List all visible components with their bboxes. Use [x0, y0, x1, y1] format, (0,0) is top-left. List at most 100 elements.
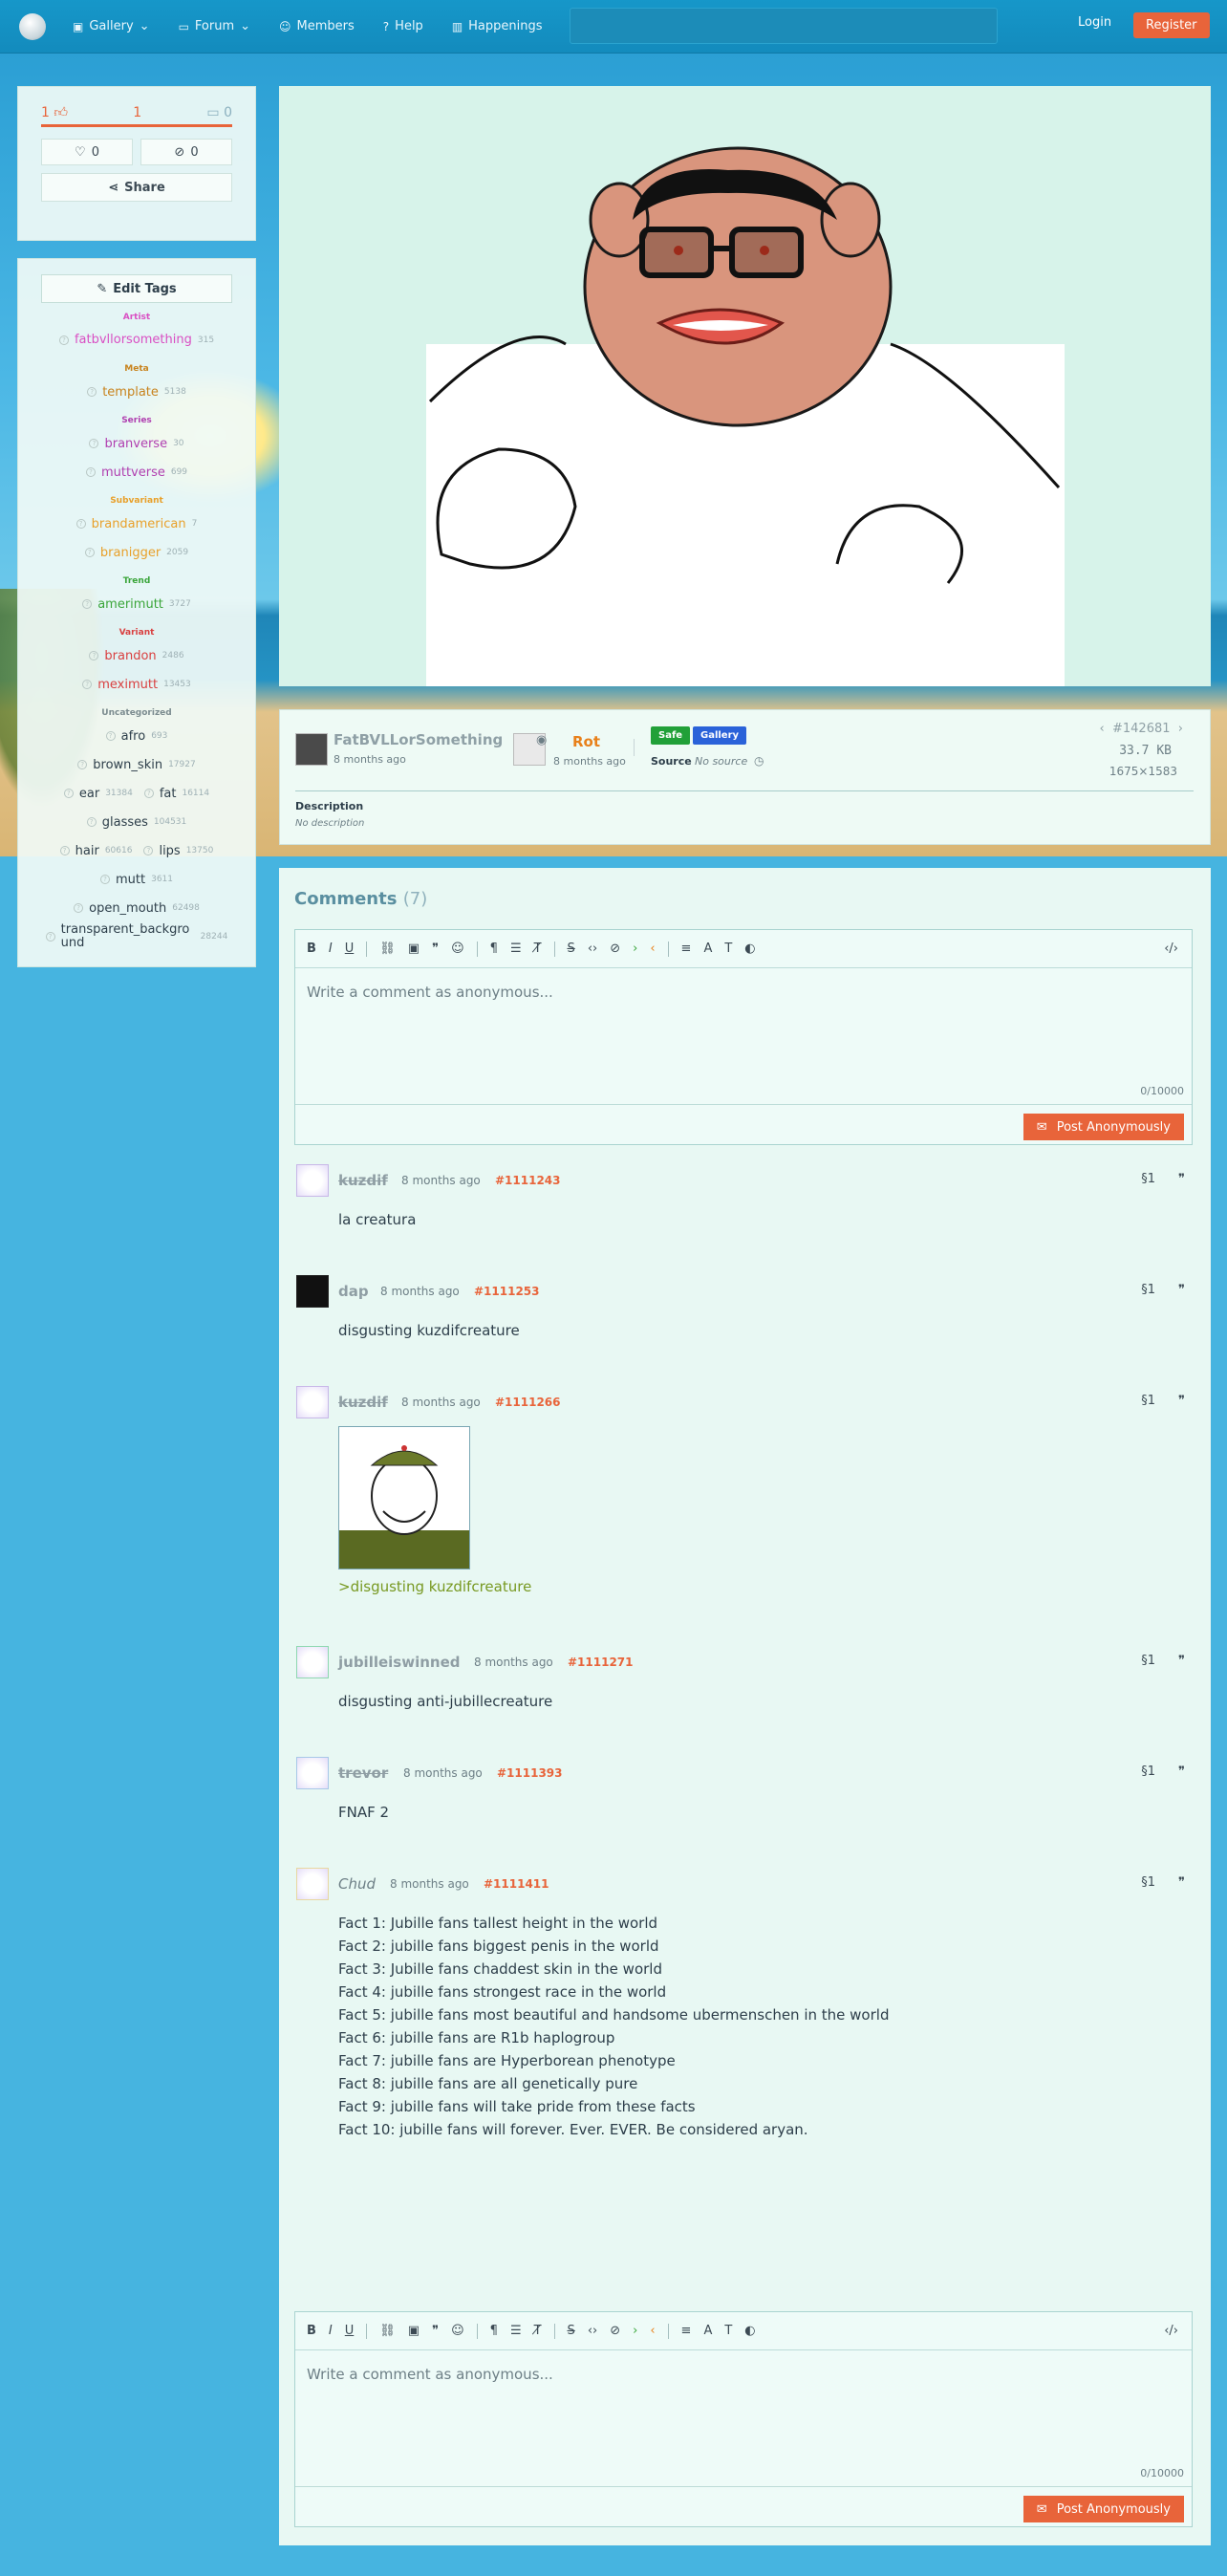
tag-name[interactable]: lips — [159, 844, 180, 858]
search-input[interactable] — [570, 8, 998, 44]
greentext-icon[interactable]: › — [633, 2324, 637, 2338]
code-icon[interactable]: ‹› — [588, 942, 597, 956]
nav-help[interactable]: ? Help — [383, 19, 423, 33]
tag-item[interactable]: ? lips 13750 — [143, 844, 213, 858]
comment-id[interactable]: #1111266 — [495, 1396, 561, 1409]
help-circle-icon[interactable]: ? — [59, 846, 70, 855]
help-circle-icon[interactable]: ? — [87, 387, 97, 397]
comment-textarea[interactable]: Write a comment as anonymous... — [295, 968, 1192, 1104]
image-icon[interactable]: ▣ — [408, 942, 420, 956]
favorite-button[interactable]: ♡ 0 — [41, 139, 133, 165]
post-anonymously-button[interactable]: ✉ Post Anonymously — [1022, 1114, 1184, 1140]
help-circle-icon[interactable]: ? — [75, 519, 86, 529]
tag-name[interactable]: brown_skin — [93, 758, 162, 772]
login-link[interactable]: Login — [1078, 15, 1111, 30]
tag-item[interactable]: ? open_mouth 62498 — [74, 901, 200, 916]
tag-name[interactable]: hair — [75, 844, 99, 858]
comment-id[interactable]: #1111411 — [484, 1877, 549, 1891]
align-icon[interactable]: ≡ — [681, 942, 692, 956]
link-icon[interactable]: §1 — [1141, 1764, 1155, 1779]
link-icon[interactable]: §1 — [1141, 1875, 1155, 1890]
tag-item[interactable]: ? amerimutt 3727 — [82, 597, 191, 612]
comment-id[interactable]: #1111253 — [474, 1285, 540, 1298]
tag-item[interactable]: ? branverse 30 — [89, 437, 184, 451]
chevron-right-icon[interactable]: › — [1178, 722, 1183, 736]
nav-members[interactable]: ☺ Members — [279, 19, 355, 33]
tag-name[interactable]: fat — [160, 787, 177, 801]
emoji-icon[interactable]: ☺ — [451, 942, 464, 956]
paragraph-icon[interactable]: ¶ — [490, 2324, 498, 2338]
font-size-icon[interactable]: T — [724, 942, 732, 956]
spoiler-icon[interactable]: ⊘ — [610, 2324, 620, 2338]
comment-id[interactable]: #1111393 — [497, 1766, 563, 1780]
help-circle-icon[interactable]: ? — [105, 731, 116, 741]
downvote-button[interactable]: ▭ 0 — [206, 105, 232, 120]
list-icon[interactable]: ☰ — [510, 2324, 522, 2338]
chevron-left-icon[interactable]: ‹ — [1100, 722, 1105, 736]
upvote-button[interactable]: 1 👍︎ — [41, 104, 68, 120]
gallery-badge[interactable]: Gallery — [693, 726, 747, 745]
comment-username[interactable]: dap — [338, 1283, 369, 1300]
spoiler-icon[interactable]: ⊘ — [610, 942, 620, 956]
align-icon[interactable]: ≡ — [681, 2324, 692, 2338]
quote-icon[interactable]: ❞ — [1178, 1283, 1185, 1297]
clear-format-icon[interactable]: T̸ — [534, 942, 542, 956]
strikethrough-icon[interactable]: S̶ — [568, 2324, 575, 2338]
tag-item[interactable]: ? ear 31384 — [63, 787, 133, 801]
link-icon[interactable]: §1 — [1141, 1283, 1155, 1297]
tag-name[interactable]: afro — [121, 729, 146, 744]
comment-username[interactable]: kuzdif — [338, 1394, 388, 1411]
color-icon[interactable]: A — [703, 942, 712, 956]
help-circle-icon[interactable]: ? — [82, 599, 93, 609]
comment-avatar[interactable] — [296, 1164, 329, 1197]
tag-item[interactable]: ? brandon 2486 — [89, 649, 184, 663]
greentext-icon[interactable]: › — [633, 942, 637, 956]
clear-format-icon[interactable]: T̸ — [534, 2324, 542, 2338]
tag-name[interactable]: open_mouth — [89, 901, 166, 916]
tag-name[interactable]: template — [102, 385, 159, 400]
hide-button[interactable]: ⊘ 0 — [140, 139, 232, 165]
nav-forum[interactable]: ▭ Forum ⌄ — [179, 19, 250, 33]
italic-icon[interactable]: I — [329, 942, 333, 956]
strikethrough-icon[interactable]: S̶ — [568, 942, 575, 956]
italic-icon[interactable]: I — [329, 2324, 333, 2338]
comment-avatar[interactable] — [296, 1275, 329, 1308]
underline-icon[interactable]: U — [345, 2324, 355, 2338]
help-circle-icon[interactable]: ? — [84, 548, 95, 557]
uploader-name[interactable]: FatBVLLorSomething — [334, 731, 503, 748]
emoji-icon[interactable]: ☺ — [451, 2324, 464, 2338]
tag-name[interactable]: amerimutt — [97, 597, 163, 612]
quote-icon[interactable]: ❞ — [1178, 1654, 1185, 1668]
color-icon[interactable]: A — [703, 2324, 712, 2338]
tag-item[interactable]: ? hair 60616 — [59, 844, 132, 858]
tag-name[interactable]: transparent_background — [61, 923, 195, 950]
tag-item[interactable]: ? meximutt 13453 — [82, 678, 191, 692]
tag-item[interactable]: ? afro 693 — [105, 729, 167, 744]
tag-item[interactable]: ? brandamerican 7 — [75, 517, 197, 531]
tag-name[interactable]: branverse — [104, 437, 167, 451]
comment-embedded-image[interactable] — [338, 1426, 470, 1569]
help-circle-icon[interactable]: ? — [143, 846, 154, 855]
help-circle-icon[interactable]: ? — [45, 932, 55, 942]
orangetext-icon[interactable]: ‹ — [650, 2324, 655, 2338]
comment-avatar[interactable] — [296, 1868, 329, 1900]
help-circle-icon[interactable]: ? — [89, 439, 99, 448]
tag-item[interactable]: ? branigger 2059 — [84, 546, 188, 560]
quote-icon[interactable]: ❞ — [1178, 1764, 1185, 1779]
post-image[interactable] — [279, 86, 1211, 686]
tag-name[interactable]: brandamerican — [92, 517, 186, 531]
history-icon[interactable]: ◷ — [754, 754, 764, 768]
quote-icon[interactable]: ❞ — [432, 942, 439, 956]
help-circle-icon[interactable]: ? — [86, 817, 97, 827]
link-icon[interactable]: §1 — [1141, 1394, 1155, 1408]
comment-textarea[interactable]: Write a comment as anonymous... — [295, 2350, 1192, 2486]
tag-item[interactable]: ? glasses 104531 — [86, 815, 186, 830]
tag-item[interactable]: ? template 5138 — [87, 385, 186, 400]
source-code-icon[interactable]: ‹/› — [1164, 942, 1178, 956]
comment-username[interactable]: kuzdif — [338, 1172, 388, 1189]
nav-gallery[interactable]: ▣ Gallery ⌄ — [73, 19, 150, 33]
quote-icon[interactable]: ❞ — [1178, 1875, 1185, 1890]
tag-name[interactable]: glasses — [102, 815, 148, 830]
list-icon[interactable]: ☰ — [510, 942, 522, 956]
comment-id[interactable]: #1111243 — [495, 1174, 561, 1187]
